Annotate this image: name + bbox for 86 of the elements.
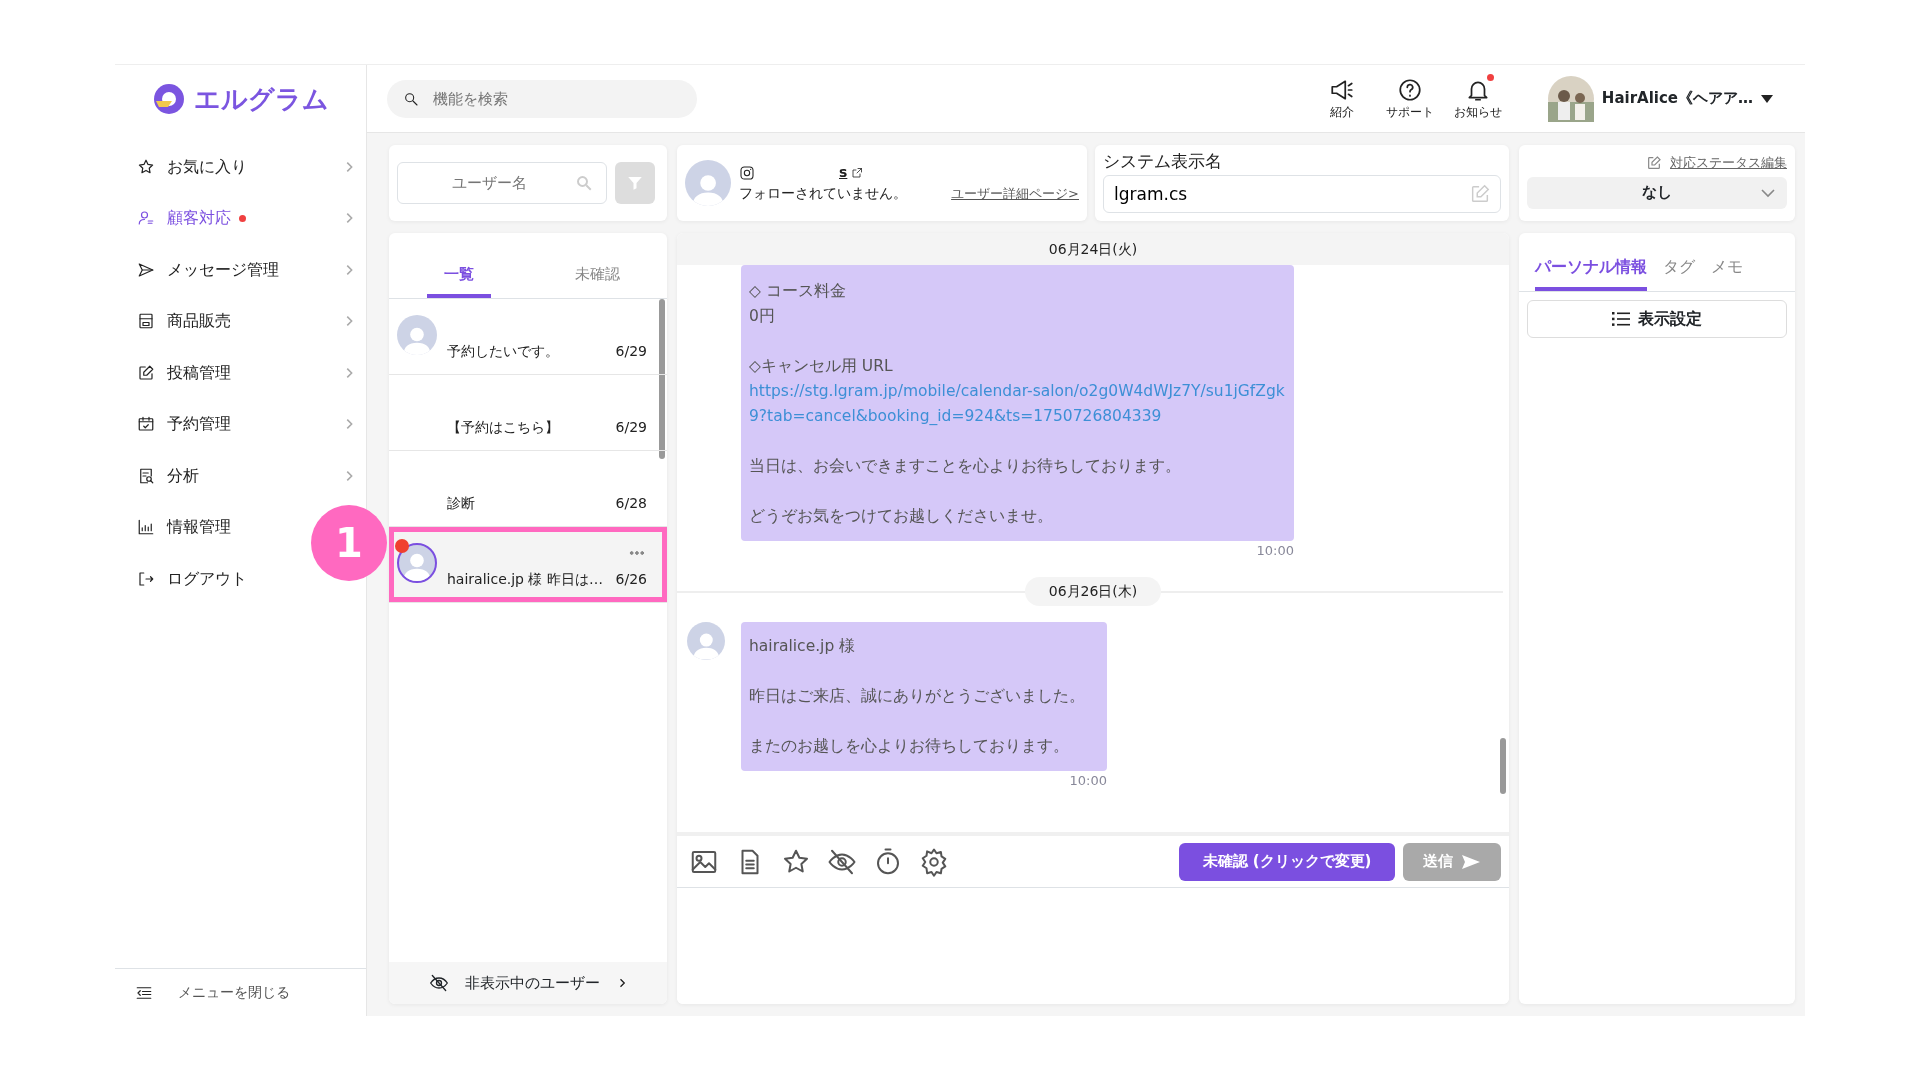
message-text: ◇キャンセル用 URL [749,356,894,377]
settings-icon [919,846,949,877]
sidebar-item[interactable]: 顧客対応 [115,192,366,244]
list-icon [1612,311,1630,327]
conversation-item[interactable]: 【予約はこちら】 6/29 [389,374,667,451]
message-text: 当日は、お会いできますことを心よりお待ちしております。 [749,456,1182,477]
edit-icon [1646,154,1662,171]
status-dropdown[interactable]: なし [1527,176,1787,209]
message-text: hairalice.jp 様 [749,635,857,657]
header-action-button[interactable]: 紹介 [1307,75,1376,122]
message-time: 10:00 [1255,542,1294,560]
sidebar-item[interactable]: お気に入り [115,141,366,193]
status-button[interactable]: 未確認 (クリックで変更) [1179,842,1395,881]
search-icon [575,174,593,192]
sidebar-item[interactable]: 情報管理 [115,501,241,553]
sidebar-item[interactable]: 商品販売 [115,295,366,347]
caret-down-icon [1761,93,1773,104]
message-preview: 予約したいです。 [447,341,560,361]
panel-tab[interactable]: パーソナル情報 [1535,249,1647,291]
user-detail-link[interactable]: ユーザー詳細ページ> [951,183,1079,204]
message-preview: 診断 [447,493,476,513]
sidebar-item[interactable]: メッセージ管理 [115,244,366,296]
message-text: またのお越しを心よりお待ちしております。 [749,735,1070,757]
conversation-item[interactable]: hairalice.jp 様 昨日は… 6/26 [389,526,667,603]
message-text: どうぞお気をつけてお越しくださいませ。 [749,506,1054,527]
scrollbar [1500,738,1506,794]
edit-icon [1469,182,1491,205]
person-icon [137,209,155,228]
header-action-button[interactable]: お知らせ [1443,75,1512,122]
store-icon [137,312,155,331]
date-text: 6/29 [615,417,647,437]
conversation-item[interactable]: 診断 6/28 [389,450,667,527]
message-text: 0円 [749,306,776,327]
display-settings-button[interactable]: 表示設定 [1527,300,1787,338]
avatar [685,160,731,206]
star-icon [137,157,155,176]
panel-tab[interactable]: メモ [1711,249,1743,291]
sidebar-item[interactable]: 投稿管理 [115,347,366,399]
calendar-icon [137,415,155,434]
logo-text: エルグラム [194,82,329,116]
date-text: 6/29 [615,341,647,361]
follow-status-text: フォローされていません。 [739,184,907,203]
help-icon [1396,76,1423,103]
username-search-field[interactable]: ユーザー名 [397,162,607,204]
username-link[interactable]: s [759,162,848,183]
send-icon [1461,853,1481,870]
more-icon [629,550,645,555]
sidebar-item[interactable]: 分析 [115,450,366,502]
list-tab[interactable]: 一覧 [426,257,491,298]
chevron-down-icon [1761,187,1775,198]
date-text: 6/28 [615,493,647,513]
account-menu[interactable]: HairAlice《ヘアア… [1535,69,1785,128]
date-text: 6/26 [615,569,647,589]
message-text: 昨日はご来店、誠にありがとうございました。 [749,685,1086,707]
search-icon [403,90,419,107]
panel-tab[interactable]: タグ [1663,249,1695,291]
hidden-users-button[interactable]: 非表示中のユーザー [389,962,667,1004]
message-preview: hairalice.jp 様 昨日は… [447,569,604,589]
logout-icon [137,569,155,588]
sidebar-item[interactable]: ログアウト [115,553,257,605]
logo-icon [152,82,186,116]
send-icon [137,260,155,279]
date-label: 06月26日(木) [1024,576,1162,606]
step-number-badge: 1 [311,505,387,581]
collapse-menu-button[interactable]: メニューを閉じる [177,981,291,1004]
date-bar: 06月24日(火) [677,233,1509,265]
message-preview: 【予約はこちら】 [447,417,560,437]
external-link-icon [851,166,864,179]
message-text: ◇ コース料金 [749,281,847,302]
bar-chart-icon [137,518,155,537]
field-label: システム表示名 [1103,150,1223,173]
system-name-field[interactable]: lgram.cs [1103,174,1501,213]
list-tab[interactable]: 未確認 [565,257,630,298]
header-action-button[interactable]: サポート [1375,75,1444,122]
message-input-field[interactable] [677,888,1509,1004]
report-icon [137,466,155,485]
edit-icon [137,363,155,382]
hidden-eye-icon [428,973,449,993]
status-edit-link[interactable]: 対応ステータス編集 [1670,153,1787,173]
instagram-icon [739,164,755,181]
avatar [687,621,725,660]
conversation-item[interactable]: 予約したいです。 6/29 [389,298,667,375]
filter-icon [626,174,644,192]
search-field[interactable]: 機能を検索 [387,79,697,118]
sidebar-item[interactable]: 予約管理 [115,398,366,450]
message-time: 10:00 [1068,771,1107,790]
